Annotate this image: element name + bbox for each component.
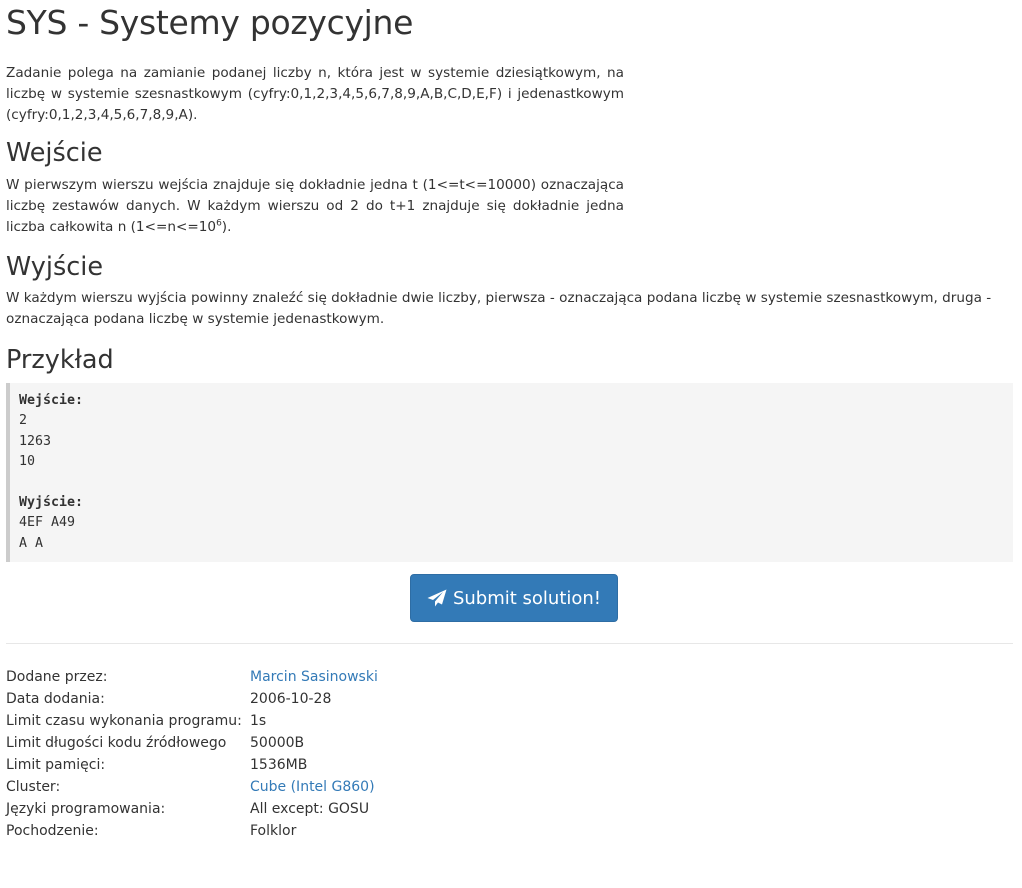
example-output-label: Wyjście: (19, 495, 84, 511)
submit-area: Submit solution! (6, 574, 1013, 623)
info-label: Limit długości kodu źródłowego (6, 735, 227, 752)
example-block: Wejście: 2 1263 10 Wyjście: 4EF A49 A A (6, 383, 1013, 563)
submit-label: Submit solution! (452, 587, 602, 609)
info-label: Limit pamięci: (6, 757, 106, 774)
info-value: 1536MB (250, 757, 308, 774)
output-heading: Wyjście (6, 252, 104, 282)
problem-intro: Zadanie polega na zamianie podanej liczb… (6, 65, 624, 123)
info-row-added-by: Dodane przez: Marcin Sasinowski (6, 666, 1013, 688)
info-value: 1s (250, 713, 267, 730)
paper-plane-icon (427, 589, 447, 607)
example-input-label: Wejście: (19, 393, 84, 408)
input-description: W pierwszym wierszu wejścia znajduje się… (6, 175, 624, 238)
cluster-link[interactable]: Cube (Intel G860) (250, 776, 375, 798)
problem-info: Dodane przez: Marcin Sasinowski Data dod… (6, 666, 1013, 842)
info-label: Cluster: (6, 779, 61, 796)
info-label: Języki programowania: (6, 801, 166, 818)
info-value: Folklor (250, 823, 297, 840)
page-title: SYS - Systemy pozycyjne (6, 3, 414, 42)
info-row-code-limit: Limit długości kodu źródłowego 50000B (6, 732, 1013, 754)
info-row-time-limit: Limit czasu wykonania programu: 1s (6, 710, 1013, 732)
info-row-memory: Limit pamięci: 1536MB (6, 754, 1013, 776)
example-heading: Przykład (6, 345, 114, 375)
info-label: Pochodzenie: (6, 823, 99, 840)
info-row-languages: Języki programowania: All except: GOSU (6, 798, 1013, 820)
input-description-end: ). (221, 219, 232, 235)
submit-solution-button[interactable]: Submit solution! (409, 574, 619, 623)
input-description-text: W pierwszym wierszu wejścia znajduje się… (6, 177, 624, 235)
problem-page: SYS - Systemy pozycyjne Zadanie polega n… (0, 0, 1022, 842)
info-label: Data dodania: (6, 691, 105, 708)
divider (6, 643, 1013, 645)
info-value: 50000B (250, 735, 305, 752)
info-label: Limit czasu wykonania programu: (6, 713, 242, 730)
input-heading: Wejście (6, 138, 103, 168)
example-output: 4EF A49 A A (19, 515, 76, 551)
info-row-cluster: Cluster: Cube (Intel G860) (6, 776, 1013, 798)
author-link[interactable]: Marcin Sasinowski (250, 666, 378, 688)
info-value: 2006-10-28 (250, 691, 332, 708)
info-label: Dodane przez: (6, 669, 108, 686)
info-value: All except: GOSU (250, 801, 370, 818)
info-row-origin: Pochodzenie: Folklor (6, 820, 1013, 842)
info-row-date: Data dodania: 2006-10-28 (6, 688, 1013, 710)
output-description: W każdym wierszu wyjścia powinny znaleźć… (6, 290, 992, 327)
example-input: 2 1263 10 (19, 413, 52, 470)
